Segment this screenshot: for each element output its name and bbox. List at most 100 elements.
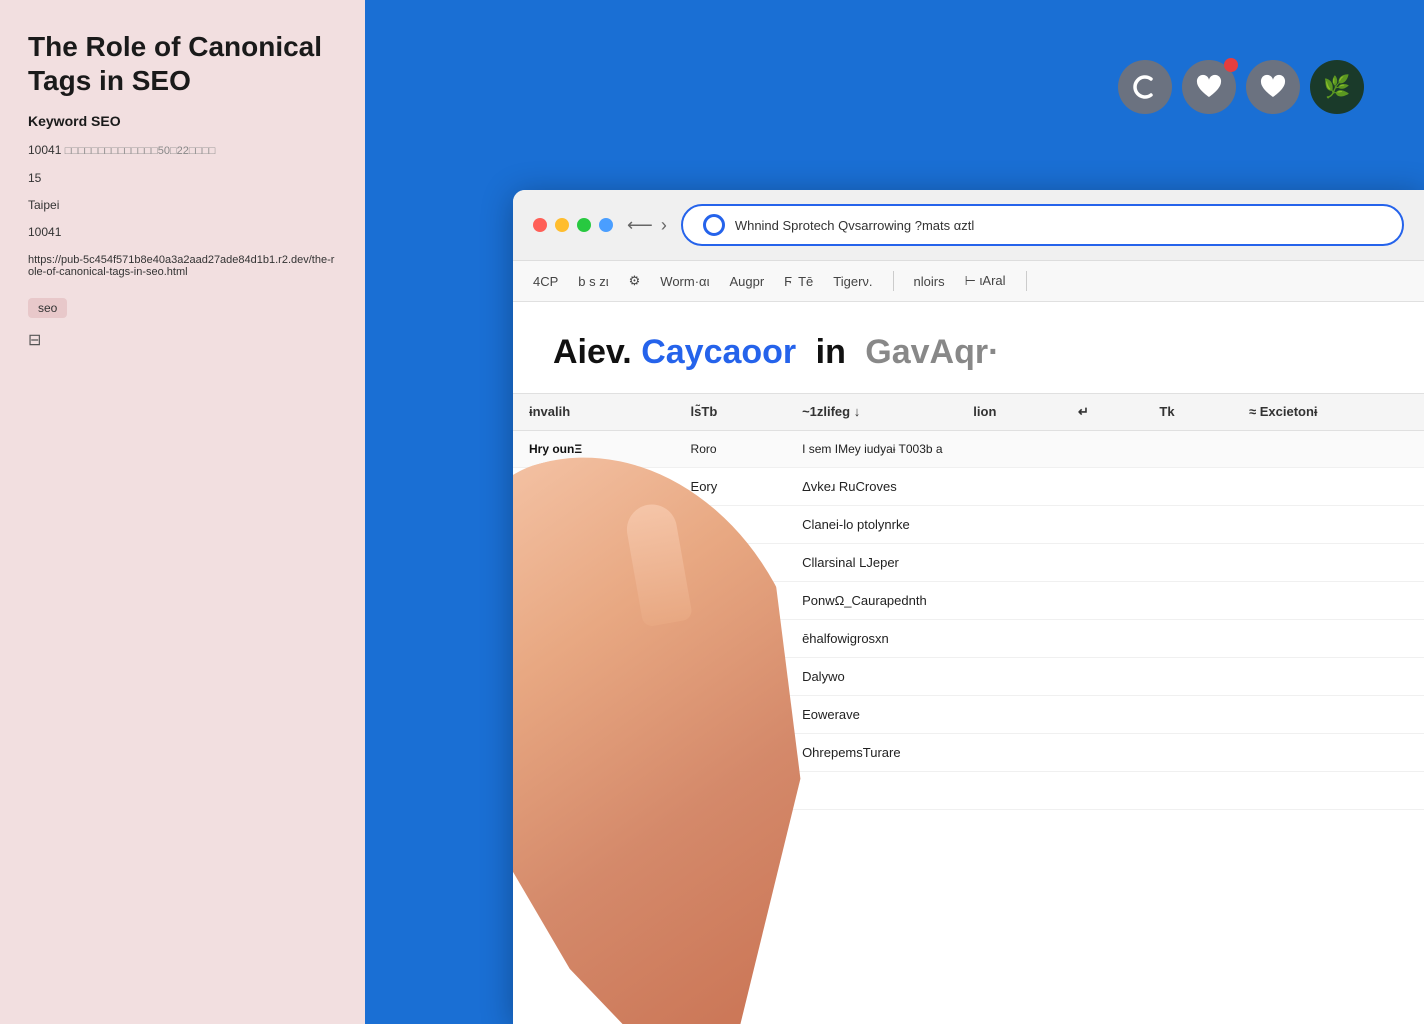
icon-circle-2-wrapper [1182, 60, 1236, 114]
toolbar-item-2[interactable]: ⚙ [629, 273, 641, 289]
toolbar-item-to[interactable]: Ϝ Tē [784, 274, 813, 289]
sidebar-tag[interactable]: seo [28, 298, 67, 318]
toolbar-label-nloirs: nloirs [914, 274, 945, 289]
browser-window: ⟵ › Whnind Sprotech Qvsarrowing ?mats αz… [513, 190, 1424, 1024]
cell-volume-0: 68 00k· [513, 467, 675, 505]
toolbar-item-1[interactable]: b s zι [578, 274, 608, 289]
cell-volume-5: 17 004· [513, 657, 675, 695]
cell-volume-2: 81 00k· [513, 543, 675, 581]
table-row: 68 00k· Eory Δvkeɹ RuCroves [513, 467, 1424, 505]
data-table: ɨnvalih ls̃Tb ~1zlifeg ↓ lion ↵ Tk ≈ Exc… [513, 393, 1424, 810]
toolbar-icon-gear: ⚙ [629, 273, 641, 289]
page-heading: Aiev. Caycaoor in GavAqr· [553, 332, 1384, 373]
toolbar-item-tiger[interactable]: Tigerν. [833, 274, 872, 289]
traffic-light-green[interactable] [577, 218, 591, 232]
toolbar-item-aral[interactable]: ⊢ ιAral [965, 273, 1006, 289]
nav-back[interactable]: ⟵ [627, 215, 653, 236]
address-bar[interactable]: Whnind Sprotech Qvsarrowing ?mats αztl [681, 204, 1404, 246]
table-body: 68 00k· Eory Δvkeɹ RuCroves 13 00k→ Byrz… [513, 467, 1424, 809]
traffic-lights [533, 218, 613, 232]
table-header-row: ɨnvalih ls̃Tb ~1zlifeg ↓ lion ↵ Tk ≈ Exc… [513, 393, 1424, 430]
table-row: 17 004· Rylg Dalywo [513, 657, 1424, 695]
table-row: 13 00k→ Byrz Clanei-lo ptolynrke [513, 505, 1424, 543]
col-header-excieton: ≈ Excietonɨ [1233, 393, 1424, 430]
col-header-lstb: ls̃Tb [675, 393, 787, 430]
cell-col3-8 [786, 771, 1424, 809]
cell-col3-0: Δvkeɹ RuCroves [786, 467, 1424, 505]
cell-volume-6: 32 00k· [513, 695, 675, 733]
cell-volume-8: 8F 00k· [513, 771, 675, 809]
toolbar-label-te: Tē [798, 274, 813, 289]
toolbar-item-augpr[interactable]: Augpr [729, 274, 764, 289]
address-bar-icon [703, 214, 725, 236]
sidebar: The Role of Canonical Tags in SEO Keywor… [0, 0, 365, 1024]
cell-col3-6: Eowerave [786, 695, 1424, 733]
cell-col3-3: PonwΩ_Caurapednth [786, 581, 1424, 619]
cell-col2-1: Byrz [675, 505, 787, 543]
sidebar-code: 10041 [28, 223, 337, 242]
cell-col2-0: Eory [675, 467, 787, 505]
table-row: 80 00k· Bylg PonwΩ_Caurapednth [513, 581, 1424, 619]
browser-chrome: ⟵ › Whnind Sprotech Qvsarrowing ?mats αz… [513, 190, 1424, 261]
cell-col2-5: Rylg [675, 657, 787, 695]
toolbar-icon-f: Ϝ [784, 274, 792, 289]
cell-volume-4: 32 00k· [513, 619, 675, 657]
toolbar-item-0[interactable]: 4CP [533, 274, 558, 289]
cell-col2-4: Bury [675, 619, 787, 657]
cell-volume-7: S0 00k· [513, 733, 675, 771]
toolbar-item-worn-ji[interactable]: Worm·αι [660, 274, 709, 289]
top-icons-area: 🌿 [1118, 60, 1364, 114]
nav-buttons: ⟵ › [627, 215, 667, 236]
heading-part4: GavAqr· [865, 333, 999, 371]
toolbar-label-aral: ⊢ ιAral [965, 273, 1006, 289]
toolbar-item-nloirs[interactable]: nloirs [914, 274, 945, 289]
cell-col3-7: OhrepemsTurare [786, 733, 1424, 771]
subheader-hry: Hry ounΞ [513, 430, 675, 467]
subheader-roro: Roro [675, 430, 787, 467]
cell-volume-1: 13 00k→ [513, 505, 675, 543]
heading-part1: Aiev. [553, 333, 632, 371]
toolbar-label-0: 4CP [533, 274, 558, 289]
sidebar-subtitle: Keyword SEO [28, 113, 337, 129]
table-row: S0 00k· Nillv OhrepemsTurare [513, 733, 1424, 771]
table-row: 32 00k· Bory Eowerave [513, 695, 1424, 733]
table-row: 32 00k· Bury ēhalfowigrosxn [513, 619, 1424, 657]
toolbar-separator [893, 271, 894, 291]
toolbar-label-tiger: Tigerν. [833, 274, 872, 289]
traffic-light-yellow[interactable] [555, 218, 569, 232]
col-header-tk: Tk [1143, 393, 1233, 430]
cell-col2-7: Nillv [675, 733, 787, 771]
traffic-light-red[interactable] [533, 218, 547, 232]
browser-toolbar: 4CP b s zι ⚙ Worm·αι Augpr Ϝ Tē Tigerν. [513, 261, 1424, 302]
heading-part3: in [816, 333, 846, 371]
cell-col2-8 [675, 771, 787, 809]
sidebar-city: Taipei [28, 196, 337, 215]
nav-forward[interactable]: › [661, 215, 667, 236]
sidebar-views: 15 [28, 169, 337, 188]
sidebar-url: https://pub-5c454f571b8e40a3a2aad27ade84… [28, 254, 337, 278]
traffic-light-blue[interactable] [599, 218, 613, 232]
cell-col3-2: Cllarsinal LJeper [786, 543, 1424, 581]
toolbar-separator-2 [1026, 271, 1027, 291]
subheader-sem: I sem IMey iudyaɨ T003b a [786, 430, 1424, 467]
icon-circle-3 [1246, 60, 1300, 114]
cell-col2-2: Egry [675, 543, 787, 581]
page-title: The Role of Canonical Tags in SEO [28, 30, 337, 97]
main-area: 🌿 ⟵ › Whnind Sprotech Qvsarrowing ?mats … [365, 0, 1424, 1024]
col-header-invalih: ɨnvalih [513, 393, 675, 430]
icon-heart2-svg [1258, 72, 1288, 102]
heading-part2: Caycaoor [641, 333, 796, 371]
cell-col2-3: Bylg [675, 581, 787, 619]
col-header-zlifeg: ~1zlifeg ↓ [786, 393, 957, 430]
icon-heart-svg [1194, 72, 1224, 102]
cell-col3-4: ēhalfowigrosxn [786, 619, 1424, 657]
sidebar-icon: ⊟ [28, 330, 337, 350]
table-subheader-row: Hry ounΞ Roro I sem IMey iudyaɨ T003b a [513, 430, 1424, 467]
col-header-lion: lion [957, 393, 1062, 430]
table-row: 8F 00k· [513, 771, 1424, 809]
icon-c-svg [1129, 71, 1161, 103]
page-content: Aiev. Caycaoor in GavAqr· ɨnvalih ls̃Tb … [513, 302, 1424, 1024]
cell-volume-3: 80 00k· [513, 581, 675, 619]
sidebar-meta: 10041 □□□□□□□□□□□□□□50□22□□□□ [28, 141, 337, 161]
toolbar-label-worn: Worm·αι [660, 274, 709, 289]
